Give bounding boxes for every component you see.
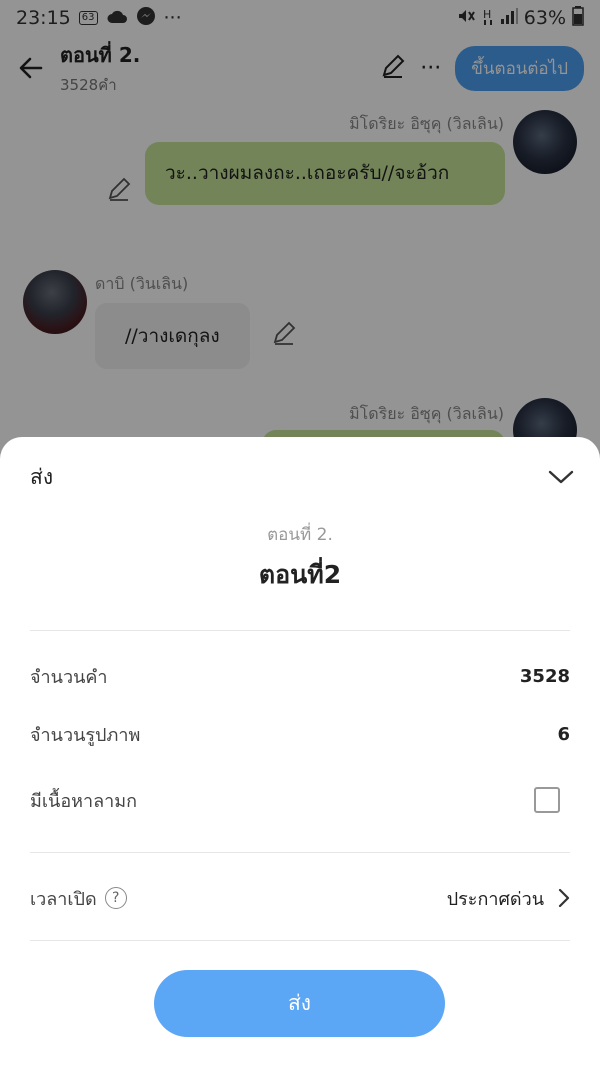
episode-subtitle: ตอนที่ 2. <box>267 525 333 545</box>
chevron-down-icon[interactable] <box>546 462 576 492</box>
send-button[interactable]: ส่ง <box>154 970 445 1037</box>
episode-name: ตอนที่2 <box>258 560 342 589</box>
word-count-value: 3528 <box>519 665 570 687</box>
image-count-label: จำนวนรูปภาพ <box>30 724 141 746</box>
image-count-value: 6 <box>557 723 570 745</box>
image-count-row: จำนวนรูปภาพ 6 <box>30 714 570 754</box>
sheet-title: ส่ง <box>30 464 54 489</box>
divider <box>30 630 570 631</box>
divider <box>30 852 570 853</box>
publish-sheet: ส่ง ตอนที่ 2. ตอนที่2 จำนวนคำ 3528 จำนวน… <box>0 437 600 1067</box>
open-time-label: เวลาเปิด <box>30 888 97 910</box>
help-icon[interactable]: ? <box>104 887 127 909</box>
explicit-content-row[interactable]: มีเนื้อหาลามก <box>30 780 570 820</box>
explicit-content-checkbox[interactable] <box>534 787 560 813</box>
explicit-content-label: มีเนื้อหาลามก <box>30 790 138 812</box>
word-count-row: จำนวนคำ 3528 <box>30 656 570 696</box>
word-count-label: จำนวนคำ <box>30 666 108 688</box>
open-time-row[interactable]: เวลาเปิด ? ประกาศด่วน <box>30 878 570 918</box>
chevron-right-icon <box>558 888 570 908</box>
divider <box>30 940 570 941</box>
open-time-value: ประกาศด่วน <box>446 888 544 910</box>
